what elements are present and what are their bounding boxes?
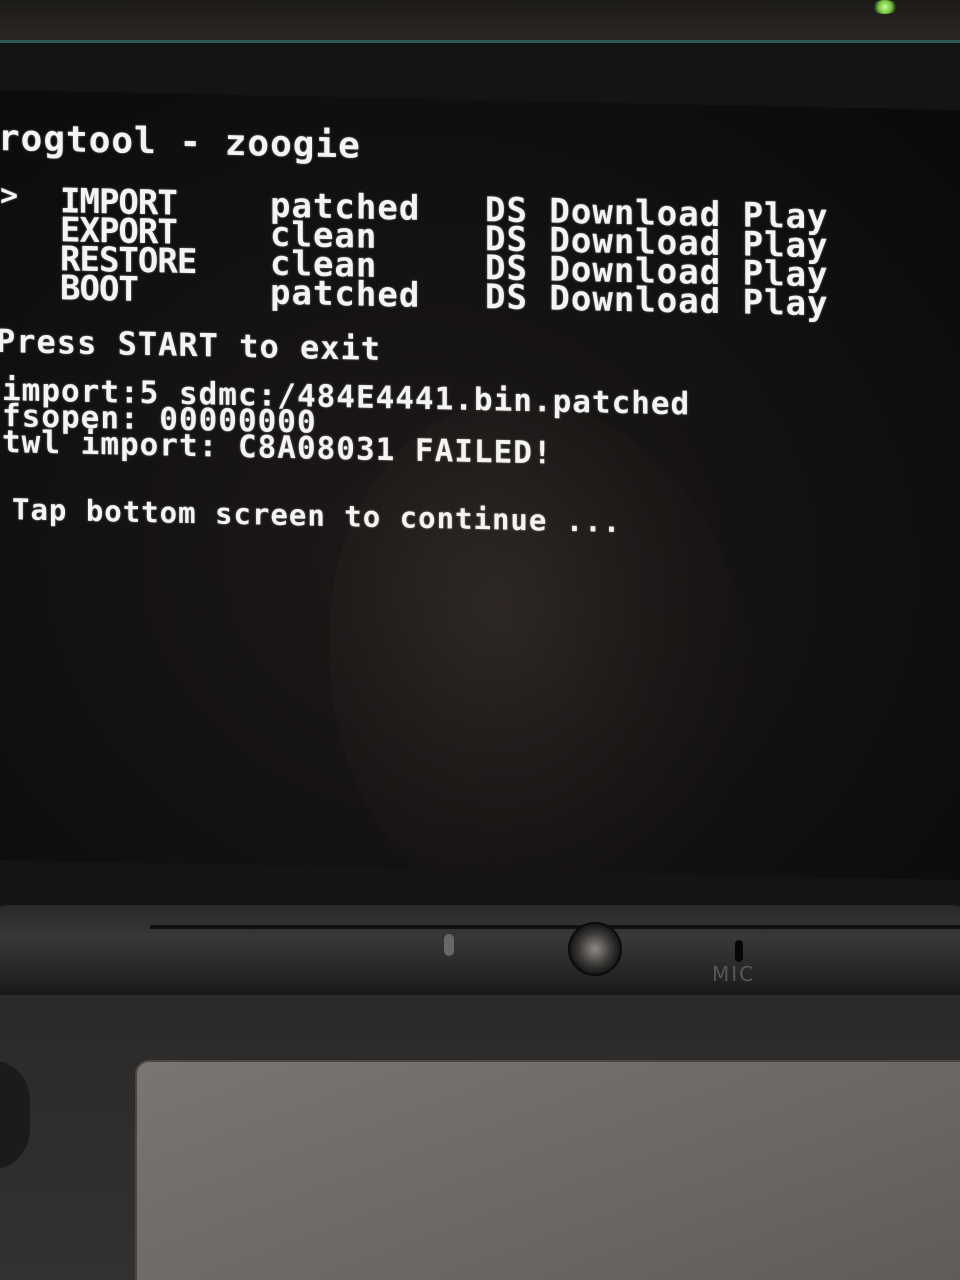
green-led-light [872,0,898,14]
menu-cursor-icon: > [0,178,20,214]
menu-item-target: DS Download Play [485,277,829,325]
photo-scene: rogtool - zoogie > IMPORT patched DS Downl… [0,0,960,1280]
menu-item-mode: patched [270,272,421,316]
mic-label: MIC [712,962,756,986]
top-screen: rogtool - zoogie > IMPORT patched DS Downl… [0,90,960,881]
sensor-dot [444,934,454,956]
app-title: rogtool - zoogie [0,117,361,167]
hinge-seam [150,925,960,929]
menu-item-action: BOOT [60,268,138,310]
bottom-touchscreen[interactable] [135,1060,960,1280]
camera-icon [568,922,622,976]
exit-hint: Press START to exit [0,321,382,368]
console-hinge [0,905,960,1000]
microphone-hole [735,940,743,962]
